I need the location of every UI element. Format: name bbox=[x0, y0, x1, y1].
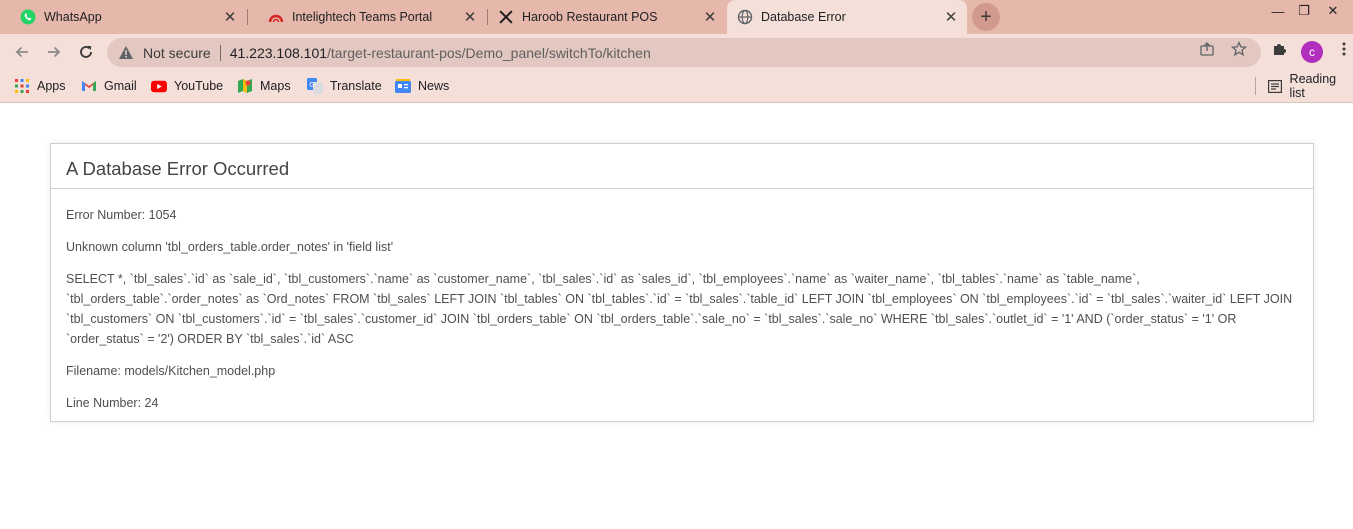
error-card: A Database Error Occurred Error Number: … bbox=[50, 143, 1314, 422]
more-menu-icon[interactable] bbox=[1336, 41, 1352, 57]
youtube-icon bbox=[151, 78, 167, 94]
error-number: Error Number: 1054 bbox=[66, 208, 177, 222]
reading-list-button[interactable]: Reading list bbox=[1267, 72, 1353, 100]
url-host: 41.223.108.101 bbox=[229, 44, 328, 61]
bookmark-news[interactable]: News bbox=[395, 76, 449, 96]
teams-portal-icon bbox=[268, 9, 284, 25]
tab-database-error[interactable]: Database Error ✕ bbox=[727, 0, 967, 34]
tab-title: WhatsApp bbox=[44, 10, 102, 24]
reading-list-label: Reading list bbox=[1289, 72, 1337, 100]
translate-icon: G bbox=[307, 78, 323, 94]
error-message: Unknown column 'tbl_orders_table.order_n… bbox=[66, 240, 394, 254]
address-bar[interactable]: Not secure 41.223.108.101 /target-restau… bbox=[107, 38, 1261, 67]
error-filename: Filename: models/Kitchen_model.php bbox=[66, 364, 276, 378]
security-label[interactable]: Not secure bbox=[143, 45, 211, 61]
tab-teams-portal[interactable]: Intelightech Teams Portal ✕ bbox=[248, 0, 486, 34]
tab-whatsapp[interactable]: WhatsApp ✕ bbox=[0, 0, 246, 34]
error-body: Error Number: 1054 Unknown column 'tbl_o… bbox=[51, 189, 1313, 413]
tab-title: Haroob Restaurant POS bbox=[522, 10, 658, 24]
extensions-icon[interactable] bbox=[1271, 41, 1287, 57]
bookmark-translate[interactable]: G Translate bbox=[307, 76, 382, 96]
globe-icon bbox=[737, 9, 753, 25]
restaurant-icon bbox=[498, 9, 514, 25]
bookmark-youtube[interactable]: YouTube bbox=[151, 76, 223, 96]
bookmark-label: News bbox=[418, 79, 450, 93]
bookmark-label: Apps bbox=[37, 79, 66, 93]
profile-avatar[interactable]: c bbox=[1301, 41, 1323, 63]
reload-button[interactable] bbox=[73, 39, 99, 65]
star-icon[interactable] bbox=[1231, 41, 1247, 57]
error-line-number: Line Number: 24 bbox=[66, 396, 159, 410]
bookmark-apps[interactable]: Apps bbox=[14, 76, 66, 96]
tab-restaurant-pos[interactable]: Haroob Restaurant POS ✕ bbox=[488, 0, 726, 34]
bookmark-label: Translate bbox=[330, 79, 382, 93]
close-tab-icon[interactable]: ✕ bbox=[943, 9, 959, 26]
bookmarks-separator bbox=[1255, 77, 1256, 95]
close-tab-icon[interactable]: ✕ bbox=[702, 9, 718, 26]
share-icon[interactable] bbox=[1199, 41, 1215, 57]
bookmarks-bar: Apps Gmail YouTube Maps G Translate News bbox=[0, 70, 1353, 103]
whatsapp-icon bbox=[20, 9, 36, 25]
new-tab-button[interactable]: + bbox=[972, 3, 1000, 31]
warning-icon bbox=[117, 45, 135, 60]
news-icon bbox=[395, 78, 411, 94]
reload-icon bbox=[80, 45, 92, 58]
bookmark-label: YouTube bbox=[174, 79, 224, 93]
svg-text:G: G bbox=[309, 81, 314, 89]
gmail-icon bbox=[81, 78, 97, 94]
tab-strip: WhatsApp ✕ Intelightech Teams Portal ✕ H… bbox=[0, 0, 1353, 34]
bookmark-maps[interactable]: Maps bbox=[237, 76, 291, 96]
address-divider bbox=[219, 44, 221, 61]
error-sql-query: SELECT *, `tbl_sales`.`id` as `sale_id`,… bbox=[66, 272, 1293, 346]
bookmark-gmail[interactable]: Gmail bbox=[81, 76, 137, 96]
restore-button[interactable]: ❐ bbox=[1289, 0, 1319, 22]
tab-title: Intelightech Teams Portal bbox=[292, 10, 433, 24]
forward-button[interactable] bbox=[41, 39, 67, 65]
browser-toolbar: Not secure 41.223.108.101 /target-restau… bbox=[0, 34, 1353, 70]
bookmark-label: Maps bbox=[260, 79, 291, 93]
back-button[interactable] bbox=[9, 39, 35, 65]
bookmark-label: Gmail bbox=[104, 79, 137, 93]
reading-list-icon bbox=[1267, 78, 1283, 94]
url-path: /target-restaurant-pos/Demo_panel/switch… bbox=[327, 44, 651, 61]
maps-icon bbox=[237, 78, 253, 94]
arrow-left-icon bbox=[15, 46, 28, 58]
close-tab-icon[interactable]: ✕ bbox=[222, 9, 238, 26]
error-heading: A Database Error Occurred bbox=[51, 144, 1313, 189]
arrow-right-icon bbox=[48, 46, 61, 58]
close-window-button[interactable]: ✕ bbox=[1318, 0, 1348, 22]
apps-grid-icon bbox=[14, 78, 30, 94]
close-tab-icon[interactable]: ✕ bbox=[462, 9, 478, 26]
tab-title: Database Error bbox=[761, 10, 846, 24]
